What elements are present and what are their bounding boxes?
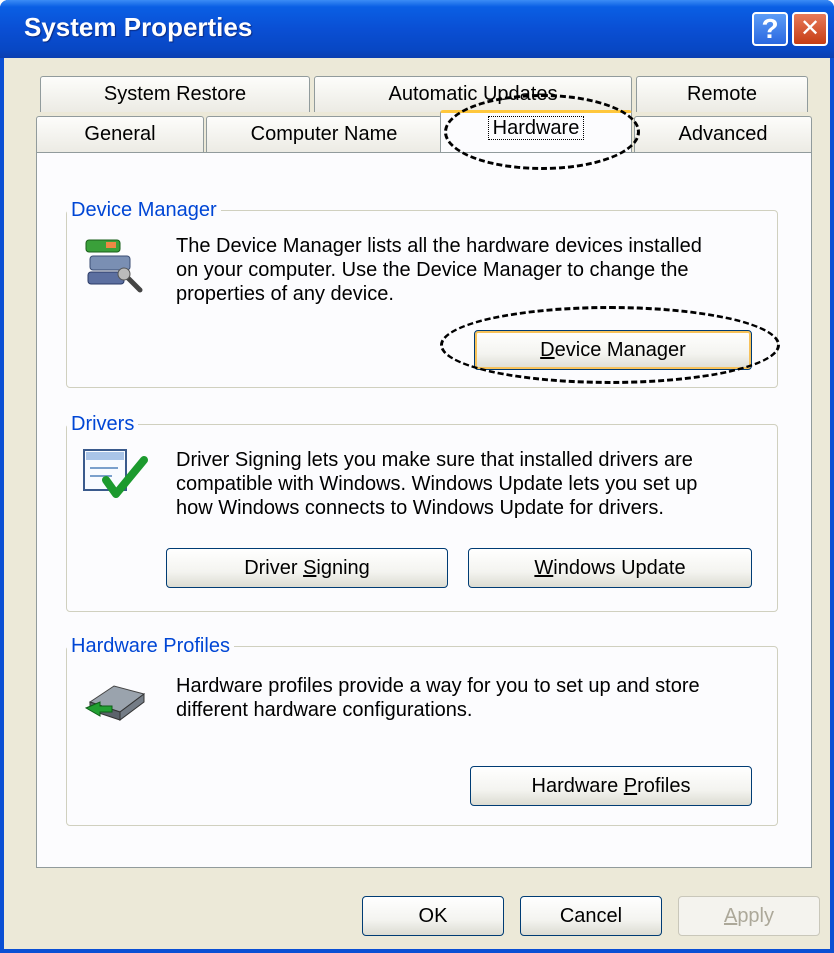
desc-line: The Device Manager lists all the hardwar… [176,235,702,257]
tab-remote[interactable]: Remote [636,76,808,112]
tab-automatic-updates[interactable]: Automatic Updates [314,76,632,112]
button-text: Cancel [559,905,623,927]
tab-label: Remote [686,83,758,105]
driver-signing-button[interactable]: Driver Signing [166,548,448,588]
group-title: Hardware Profiles [67,634,234,658]
hardware-profiles-description: Hardware profiles provide a way for you … [176,674,736,722]
mnemonic: P [623,775,638,797]
mnemonic: W [534,557,554,579]
button-text: Hardware [531,775,624,797]
desc-line: compatible with Windows. Windows Update … [176,473,698,495]
desc-line: Driver Signing lets you make sure that i… [176,449,693,471]
group-title: Drivers [67,412,139,436]
hardware-profiles-button[interactable]: Hardware Profiles [470,766,752,806]
button-text: Driver [244,557,304,579]
tab-system-restore[interactable]: System Restore [40,76,310,112]
button-text: OK [418,905,448,927]
hardware-profiles-icon [80,672,150,727]
tab-general[interactable]: General [36,116,204,152]
tab-label: Hardware [487,116,585,140]
tab-label: System Restore [103,83,247,105]
cancel-button[interactable]: Cancel [520,896,662,936]
help-button[interactable]: ? [752,12,788,46]
ok-button[interactable]: OK [362,896,504,936]
mnemonic: A [723,905,738,927]
window-title: System Properties [24,12,253,42]
tab-label: Automatic Updates [388,83,558,105]
desc-line: how Windows connects to Windows Update f… [176,497,664,519]
apply-button[interactable]: Apply [678,896,820,936]
tab-label: Advanced [678,123,768,145]
device-manager-icon [80,234,150,303]
tab-hardware[interactable]: Hardware [440,110,632,152]
device-manager-description: The Device Manager lists all the hardwar… [176,234,736,306]
tab-label: Computer Name [250,123,398,145]
mnemonic: S [303,557,317,579]
button-text: rofiles [637,775,691,797]
title-bar[interactable]: System Properties ? ✕ [0,0,834,58]
close-button[interactable]: ✕ [792,12,828,46]
desc-line: properties of any device. [176,283,394,305]
button-text: indows Update [553,557,686,579]
group-title: Device Manager [67,198,221,222]
button-text: pply [737,905,775,927]
drivers-description: Driver Signing lets you make sure that i… [176,448,736,520]
tab-advanced[interactable]: Advanced [634,116,812,152]
device-manager-button[interactable]: Device Manager [474,330,752,370]
desc-line: Hardware profiles provide a way for you … [176,675,700,697]
tab-computer-name[interactable]: Computer Name [206,116,442,152]
desc-line: on your computer. Use the Device Manager… [176,259,689,281]
close-icon: ✕ [799,15,821,42]
button-text: igning [316,557,370,579]
tab-label: General [84,123,156,145]
mnemonic: D [540,339,555,361]
windows-update-button[interactable]: Windows Update [468,548,752,588]
button-text: evice Manager [554,339,686,361]
help-icon: ? [761,13,779,44]
desc-line: different hardware configurations. [176,699,473,721]
driver-signing-icon [80,446,152,509]
